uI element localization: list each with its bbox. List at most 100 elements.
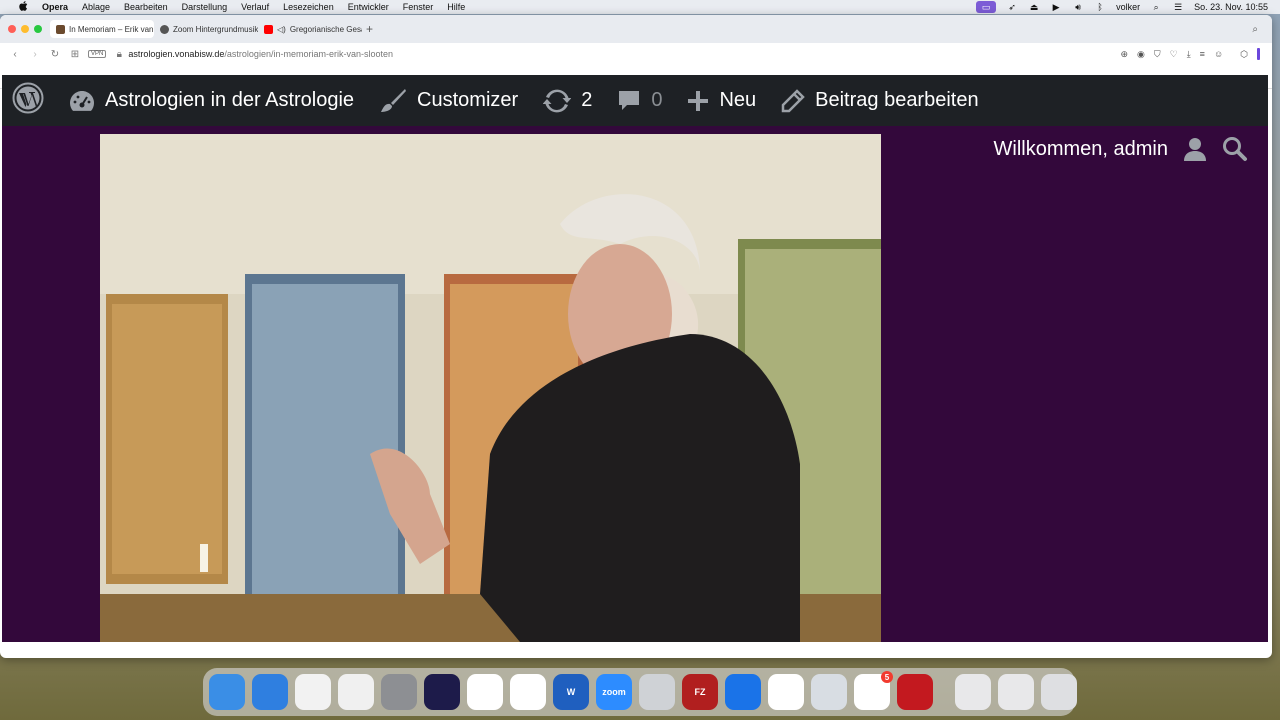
wp-new[interactable]: Neu [687, 89, 756, 112]
word-icon[interactable]: W [553, 674, 589, 710]
trash-icon[interactable] [1041, 674, 1077, 710]
menu-icon[interactable]: ≡ [1200, 49, 1205, 59]
heart-icon[interactable]: ♡ [1170, 49, 1178, 60]
control-center-icon[interactable]: ☰ [1172, 2, 1184, 12]
preview-icon[interactable] [811, 674, 847, 710]
apple-menu-icon[interactable] [12, 1, 35, 13]
zoom-icon[interactable]: ⊕ [1120, 49, 1128, 60]
affinity-icon[interactable] [338, 674, 374, 710]
tab-label: In Memoriam – Erik van [69, 24, 154, 34]
photos-icon[interactable] [768, 674, 804, 710]
menu-item-fenster[interactable]: Fenster [396, 2, 441, 12]
address-bar: ‹ › ↻ ⊞ VPN 🔒︎ astrologien.vonabisw.de/a… [0, 43, 1272, 65]
vpn-badge[interactable]: VPN [88, 50, 107, 58]
zoom-window-button[interactable] [34, 25, 42, 33]
pencil-icon [781, 88, 805, 112]
edit-post-label: Beitrag bearbeiten [815, 89, 979, 111]
printer-icon[interactable] [639, 674, 675, 710]
play-icon[interactable]: ▶ [1050, 2, 1062, 12]
window-controls [8, 25, 42, 33]
menu-app-name[interactable]: Opera [35, 2, 75, 12]
tab-label: Gregorianische Gesä [289, 24, 362, 34]
close-window-button[interactable] [8, 25, 16, 33]
microsoft-icon[interactable]: 5 [854, 671, 893, 710]
menu-item-ablage[interactable]: Ablage [75, 2, 117, 12]
plus-icon [688, 90, 709, 111]
wp-customizer[interactable]: Customizer [379, 88, 518, 114]
featured-photo [100, 134, 881, 642]
tab-bar: In Memoriam – Erik van Zoom Hintergrundm… [0, 15, 1272, 43]
profile-icon[interactable]: ☺ [1214, 49, 1223, 59]
menu-item-lesezeichen[interactable]: Lesezeichen [276, 2, 341, 12]
menu-item-entwickler[interactable]: Entwickler [341, 2, 396, 12]
user-welcome[interactable]: Willkommen, admin [994, 136, 1248, 162]
welcome-label: Willkommen, admin [993, 137, 1168, 160]
safari-icon[interactable] [252, 674, 288, 710]
menu-item-hilfe[interactable]: Hilfe [440, 2, 472, 12]
search-icon[interactable] [1222, 136, 1248, 162]
macos-menubar: Opera Ablage Bearbeiten Darstellung Verl… [0, 0, 1280, 14]
shield-icon[interactable]: ⛉ [1154, 49, 1161, 60]
dashboard-icon [70, 90, 94, 111]
tab-zoom-music[interactable]: Zoom Hintergrundmusik [154, 20, 258, 38]
tab-label: Zoom Hintergrundmusik [173, 24, 258, 34]
vlc-icon[interactable] [510, 674, 546, 710]
menu-item-verlauf[interactable]: Verlauf [234, 2, 276, 12]
speaker-icon[interactable]: ◁) [277, 25, 286, 34]
firefox-icon[interactable] [424, 674, 460, 710]
wordpress-logo-icon[interactable] [12, 82, 44, 120]
camera-icon[interactable]: ◉ [1137, 49, 1145, 60]
window-thumb-2-icon[interactable] [998, 674, 1034, 710]
updates-count: 2 [581, 89, 593, 111]
globe-icon [160, 24, 169, 34]
user-name[interactable]: volker [1116, 2, 1140, 12]
filezilla-label: FZ [694, 687, 706, 697]
download-icon[interactable]: ⤓ [1187, 49, 1191, 60]
new-tab-button[interactable]: + [366, 22, 373, 36]
volume-icon[interactable]: 🔊︎ [1072, 2, 1084, 12]
sidebar-accent [1257, 48, 1260, 60]
menu-item-bearbeiten[interactable]: Bearbeiten [117, 2, 175, 12]
wp-updates[interactable]: 2 [543, 89, 592, 113]
finder-icon[interactable] [209, 674, 245, 710]
extensions-icon[interactable]: ⬡ [1240, 49, 1248, 60]
url-field[interactable]: astrologien.vonabisw.de/astrologien/in-m… [128, 49, 393, 59]
comments-count: 0 [651, 89, 663, 111]
notification-badge: 5 [881, 671, 893, 683]
spotlight-search-icon[interactable]: ⌕ [1150, 2, 1162, 12]
youtube-icon [264, 24, 273, 34]
menu-item-darstellung[interactable]: Darstellung [175, 2, 235, 12]
url-domain: astrologien.vonabisw.de [128, 49, 225, 59]
zoom-icon[interactable]: zoom [596, 674, 632, 710]
wp-comments[interactable]: 0 [617, 89, 662, 113]
tab-search-icon[interactable]: ⌕ [1252, 24, 1258, 35]
bluetooth-icon[interactable]: ᛒ [1094, 2, 1106, 12]
word-label: W [566, 687, 576, 697]
photo-image [100, 134, 881, 642]
speed-dial-icon[interactable]: ⊞ [68, 49, 82, 60]
back-icon[interactable]: ‹ [8, 49, 22, 60]
wp-site-name[interactable]: Astrologien in der Astrologie [69, 89, 354, 112]
acrobat-icon[interactable] [897, 674, 933, 710]
system-settings-icon[interactable] [381, 674, 417, 710]
site-name-label: Astrologien in der Astrologie [105, 89, 355, 111]
menubar-datetime[interactable]: So. 23. Nov. 10:55 [1194, 2, 1268, 12]
minimize-window-button[interactable] [21, 25, 29, 33]
tab-in-memoriam[interactable]: In Memoriam – Erik van [50, 20, 154, 38]
tab-gregorian[interactable]: ◁) Gregorianische Gesä [258, 20, 362, 38]
screen-share-icon[interactable]: ▭ [976, 1, 997, 13]
forward-icon[interactable]: › [28, 49, 42, 60]
chrome-icon[interactable] [295, 674, 331, 710]
rocket-icon[interactable]: ➶ [1006, 2, 1018, 12]
user-icon[interactable] [1182, 136, 1208, 162]
opera-icon[interactable] [467, 674, 503, 710]
macos-dock: Wzoom FZ 5 [203, 668, 1077, 716]
paintbrush-icon [381, 88, 407, 112]
teamviewer-icon[interactable] [725, 674, 761, 710]
reload-icon[interactable]: ↻ [48, 49, 62, 60]
eject-icon[interactable]: ⏏ [1028, 2, 1040, 12]
lock-icon[interactable]: 🔒︎ [112, 49, 126, 60]
filezilla-icon[interactable]: FZ [682, 674, 718, 710]
wp-edit-post[interactable]: Beitrag bearbeiten [781, 88, 979, 113]
window-thumb-1-icon[interactable] [955, 674, 991, 710]
